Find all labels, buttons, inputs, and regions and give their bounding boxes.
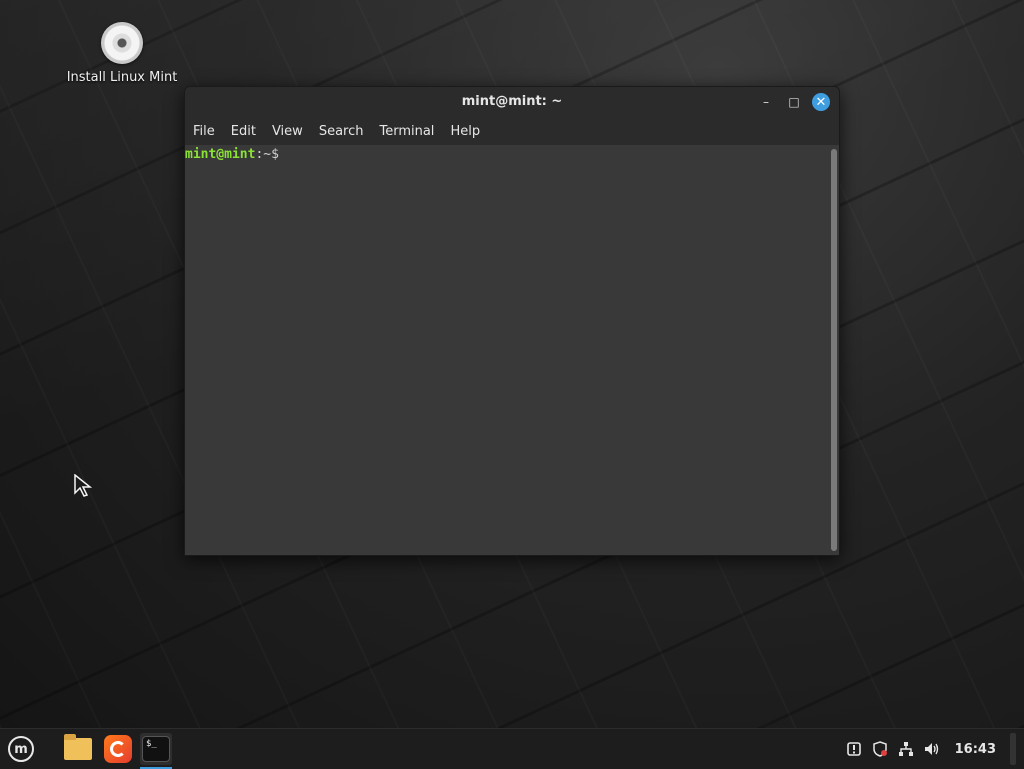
terminal-launcher[interactable]: $_: [140, 733, 172, 769]
menu-edit[interactable]: Edit: [231, 124, 256, 139]
desktop: Install Linux Mint mint@mint: ~ – □ ✕ Fi…: [0, 0, 1024, 728]
volume-icon[interactable]: [923, 740, 941, 758]
firefox-launcher[interactable]: [102, 733, 134, 765]
update-manager-icon[interactable]: [845, 740, 863, 758]
shell-prompt: mint@mint:~$: [185, 145, 839, 162]
network-icon[interactable]: [897, 740, 915, 758]
disc-icon: [101, 22, 143, 64]
minimize-button[interactable]: –: [757, 93, 775, 111]
scrollbar-thumb[interactable]: [831, 149, 837, 551]
desktop-icon-install-linux-mint[interactable]: Install Linux Mint: [62, 22, 182, 85]
menu-icon: m: [8, 736, 34, 762]
desktop-icon-label: Install Linux Mint: [66, 70, 178, 85]
maximize-icon: □: [788, 95, 800, 109]
terminal-icon: $_: [142, 736, 170, 762]
show-desktop-button[interactable]: [1010, 733, 1016, 765]
menu-file[interactable]: File: [193, 124, 215, 139]
menu-bar: File Edit View Search Terminal Help: [185, 117, 839, 145]
mouse-pointer-icon: [74, 473, 93, 502]
window-titlebar[interactable]: mint@mint: ~ – □ ✕: [185, 87, 839, 117]
folder-icon: [64, 734, 92, 760]
menu-view[interactable]: View: [272, 124, 303, 139]
clock[interactable]: 16:43: [955, 742, 996, 757]
menu-help[interactable]: Help: [450, 124, 480, 139]
shield-icon[interactable]: [871, 740, 889, 758]
close-button[interactable]: ✕: [812, 93, 830, 111]
system-tray: 16:43: [837, 729, 1016, 769]
maximize-button[interactable]: □: [785, 93, 803, 111]
terminal-window[interactable]: mint@mint: ~ – □ ✕ File Edit View Search…: [184, 86, 840, 556]
menu-terminal[interactable]: Terminal: [379, 124, 434, 139]
scrollbar[interactable]: [831, 149, 837, 551]
start-menu-button[interactable]: m: [5, 733, 37, 765]
minimize-icon: –: [763, 95, 769, 109]
taskbar: m $_ 16:43: [0, 728, 1024, 769]
window-title: mint@mint: ~: [461, 94, 563, 109]
close-icon: ✕: [815, 94, 827, 110]
prompt-user: mint@mint: [185, 147, 256, 162]
files-launcher[interactable]: [62, 733, 94, 765]
firefox-icon: [104, 735, 132, 763]
menu-search[interactable]: Search: [319, 124, 364, 139]
terminal-body[interactable]: mint@mint:~$: [185, 145, 839, 555]
prompt-path: :~$: [255, 147, 279, 162]
